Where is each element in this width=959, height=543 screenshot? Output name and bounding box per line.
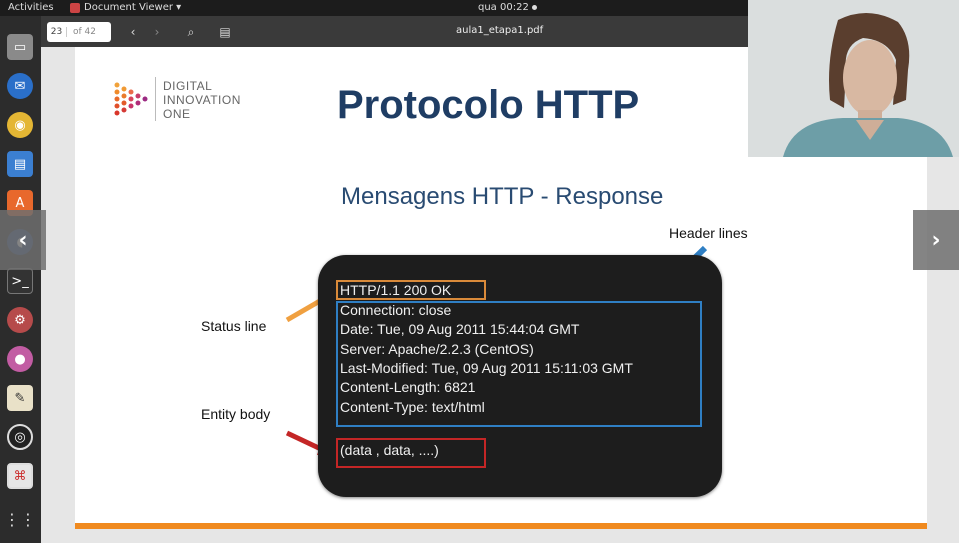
presenter-video (748, 0, 959, 157)
next-slide-button[interactable]: › (913, 210, 959, 270)
thunderbird-icon[interactable]: ✉ (7, 73, 33, 99)
text-editor-icon[interactable]: ✎ (7, 385, 33, 411)
annotations-icon[interactable]: ▤ (215, 22, 235, 42)
app-menu[interactable]: Document Viewer ▾ (70, 2, 181, 13)
previous-page-icon[interactable]: ‹ (123, 22, 143, 42)
app-menu-label: Document Viewer ▾ (84, 2, 182, 13)
rhythmbox-icon[interactable]: ◉ (7, 112, 33, 138)
files-icon[interactable]: ▭ (7, 34, 33, 60)
page-indicator[interactable]: 23 of 42 (47, 22, 111, 42)
page-total-label: of 42 (73, 27, 96, 37)
document-viewer-dock-icon[interactable]: ⌘ (7, 463, 33, 489)
document-viewer-icon (70, 2, 80, 13)
webcam-overlay (748, 0, 959, 157)
http-response-box: HTTP/1.1 200 OK Connection: close Date: … (318, 255, 722, 497)
settings-icon[interactable]: ⚙ (7, 307, 33, 333)
next-page-icon[interactable]: › (147, 22, 167, 42)
apps-grid-icon[interactable]: ⋮⋮ (4, 506, 36, 532)
page-current-input[interactable]: 23 (47, 27, 67, 37)
chevron-right-icon: › (931, 227, 941, 253)
response-line-connection: Connection: close (340, 302, 452, 318)
response-line-date: Date: Tue, 09 Aug 2011 15:44:04 GMT (340, 321, 580, 337)
clock-label: qua 00:22 (478, 2, 529, 13)
obs-icon[interactable]: ◎ (7, 424, 33, 450)
slide-bottom-bar (75, 523, 927, 529)
terminal-icon[interactable]: >_ (7, 268, 33, 294)
notification-dot-icon (531, 4, 537, 10)
document-title: aula1_etapa1.pdf (456, 25, 544, 36)
screenshot-icon[interactable]: ● (7, 346, 33, 372)
dock: ▭ ✉ ◉ ▤ A ◖ >_ ⚙ ● ✎ ◎ ⌘ ⋮⋮ (0, 16, 41, 543)
response-line-content-length: Content-Length: 6821 (340, 379, 476, 395)
clock[interactable]: qua 00:22 (478, 2, 537, 13)
activities-button[interactable]: Activities (8, 2, 54, 13)
response-line-content-type: Content-Type: text/html (340, 399, 485, 415)
response-line-last-modified: Last-Modified: Tue, 09 Aug 2011 15:11:03… (340, 360, 633, 376)
writer-icon[interactable]: ▤ (7, 151, 33, 177)
response-line-status: HTTP/1.1 200 OK (340, 282, 452, 298)
search-icon[interactable]: ⌕ (181, 22, 201, 42)
previous-slide-button[interactable]: ‹ (0, 210, 46, 270)
response-entity-body: (data , data, ....) (340, 442, 439, 458)
response-line-server: Server: Apache/2.2.3 (CentOS) (340, 341, 534, 357)
chevron-left-icon: ‹ (18, 227, 28, 253)
